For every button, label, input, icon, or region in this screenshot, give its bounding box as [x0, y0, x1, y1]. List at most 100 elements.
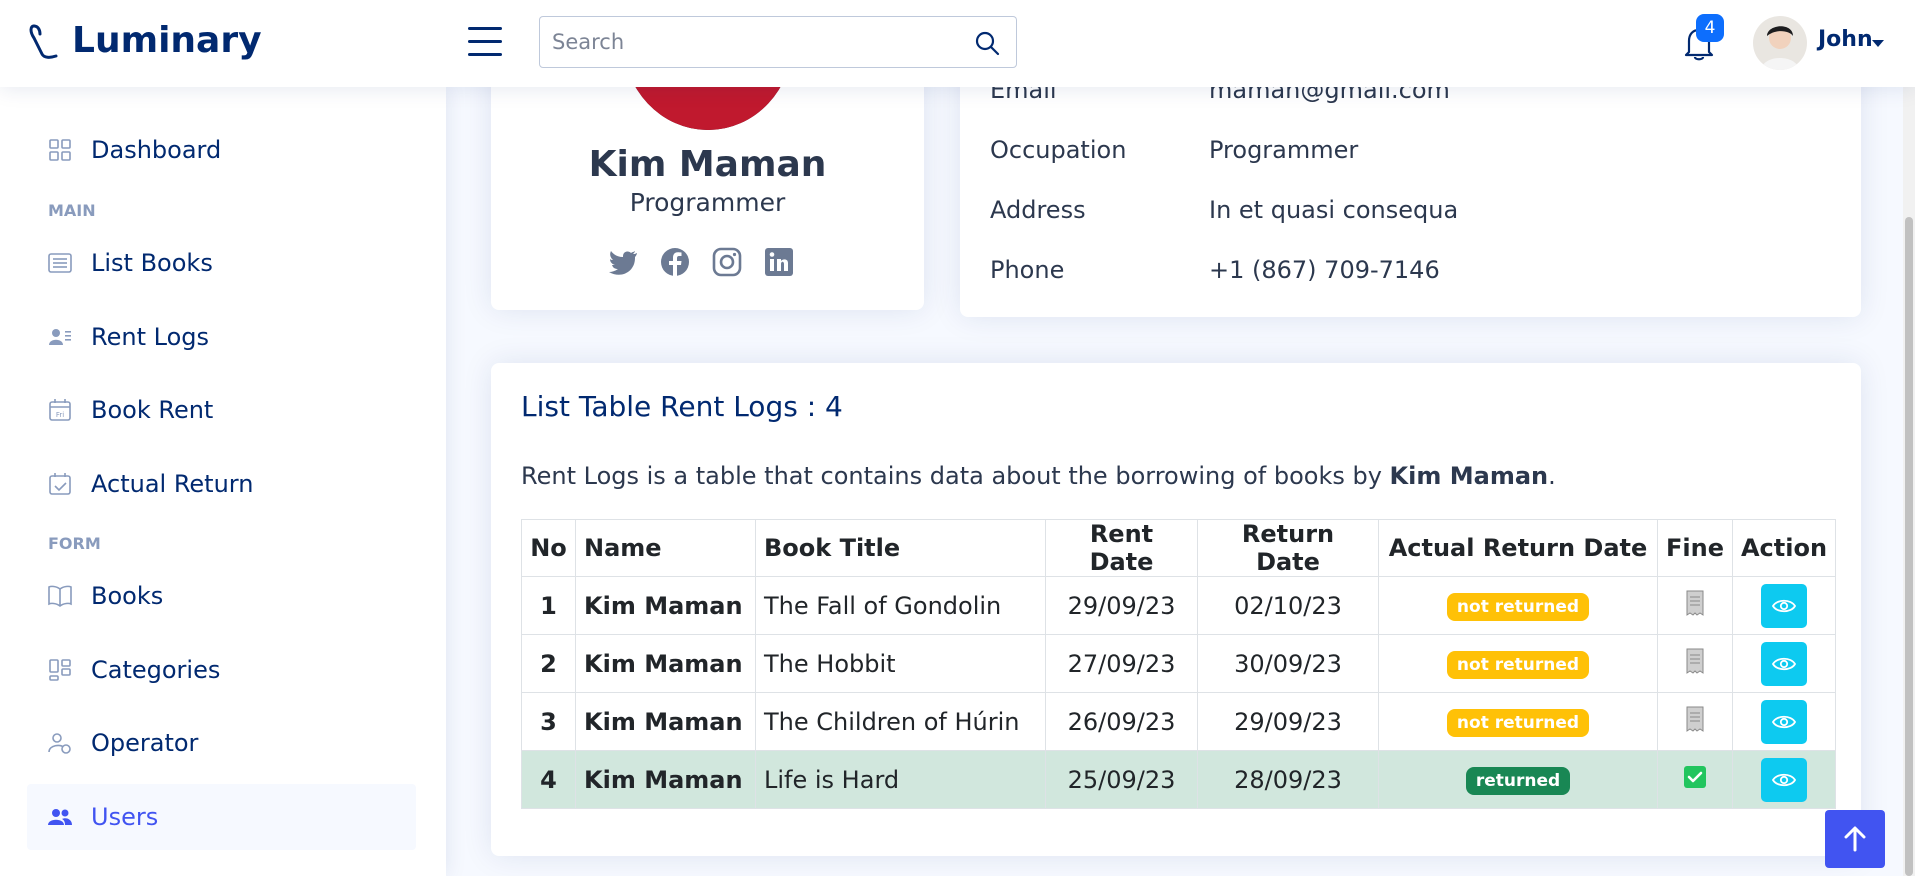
detail-label-phone: Phone	[990, 256, 1065, 284]
calendar-icon: Fri	[49, 399, 71, 421]
sidebar-item-books[interactable]: Books	[27, 563, 416, 629]
sidebar-heading-form: FORM	[48, 534, 101, 553]
row-name: Kim Maman	[575, 634, 756, 693]
view-button[interactable]	[1761, 641, 1808, 686]
sidebar-item-dashboard[interactable]: Dashboard	[27, 117, 416, 183]
row-book-title: The Fall of Gondolin	[755, 576, 1046, 635]
user-menu-caret-icon[interactable]	[1872, 40, 1884, 47]
grid-icon	[49, 139, 71, 161]
twitter-icon[interactable]	[607, 246, 639, 278]
status-badge: not returned	[1446, 651, 1590, 679]
eye-icon	[1772, 715, 1797, 728]
row-actual-return: not returned	[1378, 692, 1658, 751]
profile-name: Kim Maman	[588, 144, 827, 185]
user-menu-name[interactable]: John	[1818, 27, 1873, 52]
svg-text:Fri: Fri	[56, 411, 64, 419]
row-fine	[1657, 576, 1733, 635]
row-rent-date: 27/09/23	[1045, 634, 1198, 693]
sidebar-item-label: Dashboard	[91, 136, 222, 164]
person-lines-icon	[49, 329, 71, 345]
row-fine	[1657, 750, 1733, 809]
table-row: 4 Kim Maman Life is Hard 25/09/23 28/09/…	[521, 750, 1837, 809]
column-header: Rent Date	[1045, 519, 1198, 577]
table-header-row: No Name Book Title Rent Date Return Date…	[521, 519, 1837, 577]
sidebar-item-label: Operator	[91, 729, 199, 757]
sidebar-item-label: Categories	[91, 656, 221, 684]
sidebar-item-book-rent[interactable]: Fri Book Rent	[27, 377, 416, 443]
row-book-title: Life is Hard	[755, 750, 1046, 809]
sidebar-item-label: Rent Logs	[91, 323, 209, 351]
eye-icon	[1772, 657, 1797, 670]
profile-job: Programmer	[629, 188, 786, 217]
view-button[interactable]	[1761, 757, 1808, 802]
sidebar-item-users[interactable]: Users	[27, 784, 416, 850]
back-to-top-button[interactable]	[1825, 810, 1885, 868]
sidebar-item-operator[interactable]: Operator	[27, 710, 416, 776]
column-header: Name	[575, 519, 756, 577]
row-no: 1	[521, 576, 576, 635]
sidebar-item-label: Book Rent	[91, 396, 214, 424]
social-links	[607, 246, 795, 278]
arrow-up-icon	[1844, 826, 1866, 852]
row-actual-return: not returned	[1378, 576, 1658, 635]
brand-logo[interactable]: Luminary	[28, 20, 262, 61]
table-row: 3 Kim Maman The Children of Húrin 26/09/…	[521, 692, 1837, 751]
description-user-name: Kim Maman	[1389, 462, 1549, 490]
row-return-date: 29/09/23	[1197, 692, 1379, 751]
rent-logs-description: Rent Logs is a table that contains data …	[521, 462, 1556, 490]
table-row: 2 Kim Maman The Hobbit 27/09/23 30/09/23…	[521, 634, 1837, 693]
layout-icon	[49, 659, 71, 681]
sidebar-item-label: List Books	[91, 249, 213, 277]
sidebar-item-categories[interactable]: Categories	[27, 637, 416, 703]
row-action	[1731, 692, 1837, 751]
sidebar-item-label: Users	[91, 803, 159, 831]
status-badge: not returned	[1446, 709, 1590, 737]
calendar-check-icon	[49, 473, 71, 495]
book-icon	[48, 585, 72, 607]
scrollbar-thumb[interactable]	[1905, 217, 1913, 876]
column-header: Fine	[1657, 519, 1733, 577]
sidebar-heading-main: MAIN	[48, 201, 96, 220]
sidebar-item-actual-return[interactable]: Actual Return	[27, 451, 416, 517]
row-fine	[1657, 692, 1733, 751]
row-rent-date: 26/09/23	[1045, 692, 1198, 751]
view-button[interactable]	[1761, 583, 1808, 628]
sidebar-item-rent-logs[interactable]: Rent Logs	[27, 304, 416, 370]
linkedin-icon[interactable]	[763, 246, 795, 278]
instagram-icon[interactable]	[711, 246, 743, 278]
sidebar-item-list-books[interactable]: List Books	[27, 230, 416, 296]
description-end: .	[1548, 462, 1556, 490]
detail-label-occupation: Occupation	[990, 136, 1127, 164]
row-no: 3	[521, 692, 576, 751]
detail-label-address: Address	[990, 196, 1086, 224]
search-icon[interactable]	[974, 30, 1000, 56]
sidebar-item-label: Actual Return	[91, 470, 254, 498]
rent-logs-table: No Name Book Title Rent Date Return Date…	[521, 519, 1837, 809]
receipt-icon	[1686, 590, 1704, 616]
row-return-date: 28/09/23	[1197, 750, 1379, 809]
detail-value-phone: +1 (867) 709-7146	[1209, 256, 1440, 284]
row-action	[1731, 750, 1837, 809]
view-button[interactable]	[1761, 699, 1808, 744]
user-avatar[interactable]	[1753, 16, 1807, 70]
column-header: Action	[1731, 519, 1837, 577]
rent-logs-title: List Table Rent Logs : 4	[521, 390, 843, 423]
logo-icon	[29, 24, 58, 59]
row-actual-return: returned	[1378, 750, 1658, 809]
sidebar-toggle-button[interactable]	[468, 27, 502, 57]
search-bar	[539, 16, 1017, 68]
column-header: Return Date	[1197, 519, 1379, 577]
people-icon	[48, 809, 72, 825]
sidebar-item-label: Books	[91, 582, 164, 610]
notification-badge: 4	[1696, 14, 1724, 42]
table-row: 1 Kim Maman The Fall of Gondolin 29/09/2…	[521, 576, 1837, 635]
facebook-icon[interactable]	[659, 246, 691, 278]
receipt-icon	[1686, 706, 1704, 732]
row-action	[1731, 576, 1837, 635]
row-rent-date: 29/09/23	[1045, 576, 1198, 635]
row-actual-return: not returned	[1378, 634, 1658, 693]
page-scrollbar[interactable]	[1903, 87, 1915, 876]
search-input[interactable]	[540, 17, 964, 67]
sidebar: Dashboard MAIN List Books Rent Logs Fri …	[0, 87, 446, 876]
row-action	[1731, 634, 1837, 693]
